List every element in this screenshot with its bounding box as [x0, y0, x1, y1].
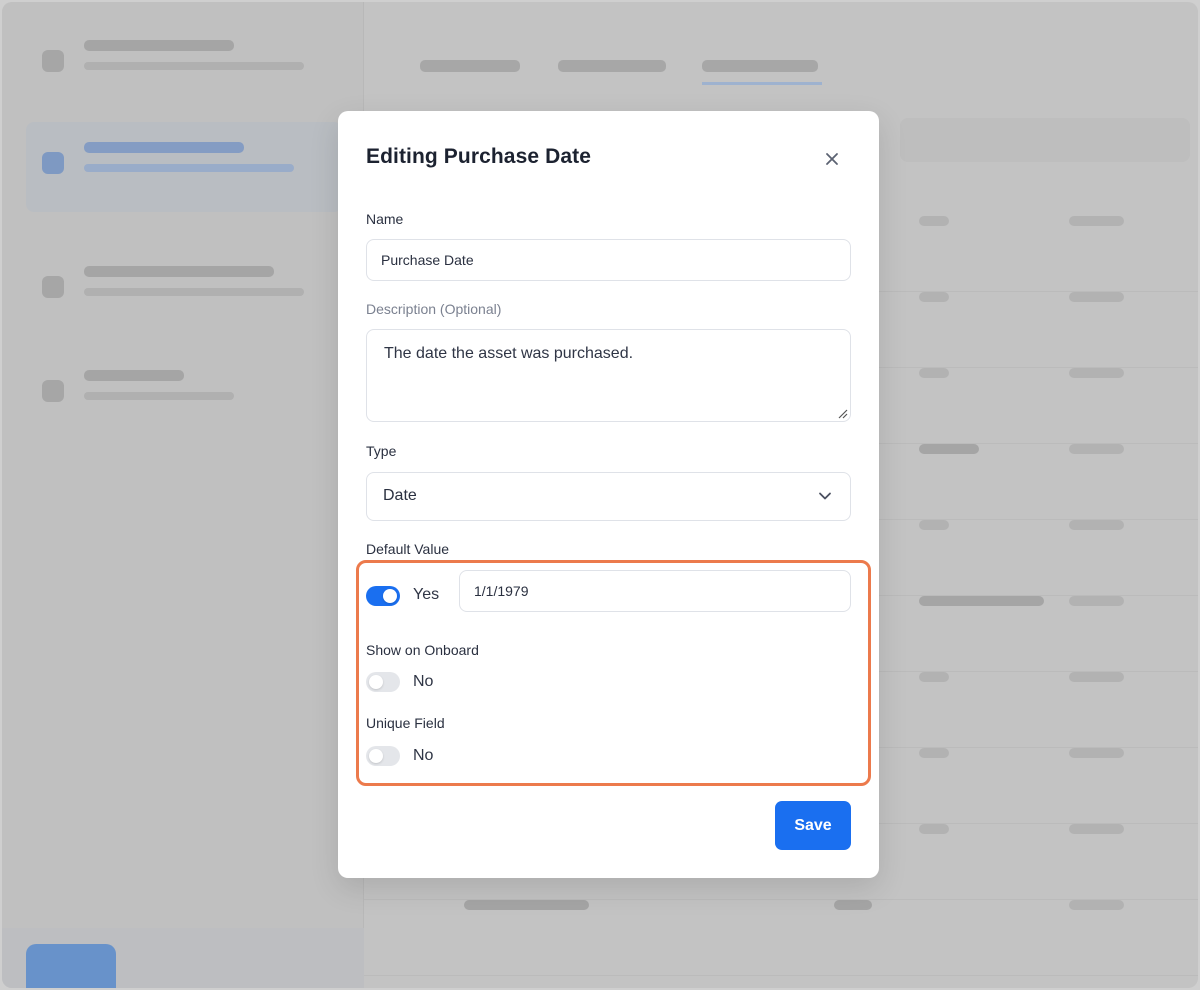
unique-field-toggle[interactable] — [366, 746, 400, 766]
save-button[interactable]: Save — [775, 801, 851, 850]
description-text: The date the asset was purchased. — [384, 345, 634, 362]
type-label: Type — [366, 443, 397, 459]
description-textarea[interactable]: The date the asset was purchased. — [366, 329, 851, 422]
close-icon — [826, 153, 838, 165]
toggle-knob — [383, 589, 397, 603]
show-on-onboard-toggle-text: No — [413, 673, 434, 690]
default-value-toggle-text: Yes — [413, 586, 440, 603]
show-on-onboard-toggle[interactable] — [366, 672, 400, 692]
close-button[interactable] — [819, 146, 845, 172]
description-label: Description (Optional) — [366, 301, 502, 317]
name-input[interactable]: Purchase Date — [366, 239, 851, 281]
toggle-knob — [369, 675, 383, 689]
toggle-knob — [369, 749, 383, 763]
name-label: Name — [366, 211, 404, 227]
type-selected-value: Date — [383, 487, 417, 504]
modal-title: Editing Purchase Date — [366, 145, 591, 168]
unique-field-label: Unique Field — [366, 715, 445, 731]
unique-field-toggle-text: No — [413, 747, 434, 764]
default-value-toggle[interactable] — [366, 586, 400, 606]
edit-field-modal: Editing Purchase Date Name Purchase Date… — [338, 111, 879, 878]
type-select[interactable]: Date — [366, 472, 851, 521]
chevron-down-icon — [819, 492, 831, 500]
show-on-onboard-label: Show on Onboard — [366, 642, 479, 658]
resize-handle-icon[interactable] — [836, 407, 848, 419]
default-value-label: Default Value — [366, 541, 450, 557]
default-value-input[interactable]: 1/1/1979 — [459, 570, 851, 612]
